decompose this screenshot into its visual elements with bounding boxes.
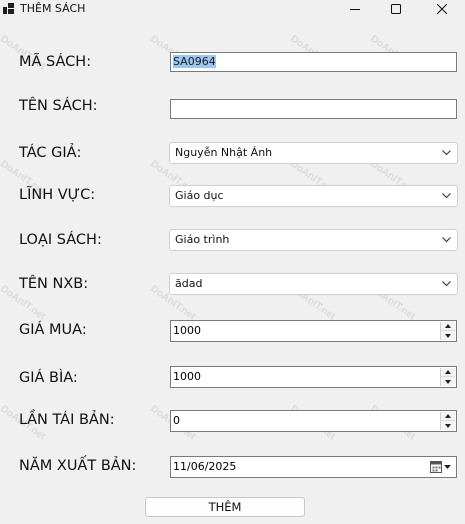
gia-mua-value: 1000 [173, 324, 201, 337]
lan-tai-ban-label: LẦN TÁI BẢN: [19, 412, 115, 428]
minimize-icon [350, 9, 360, 10]
lan-tai-ban-value: 0 [173, 414, 180, 427]
arrow-down-icon [445, 423, 451, 428]
tac-gia-select[interactable]: Nguyễn Nhật Ánh [169, 142, 458, 164]
ma-sach-label: MÃ SÁCH: [19, 54, 92, 70]
linh-vuc-value: Giáo dục [175, 189, 224, 202]
calendar-icon[interactable] [430, 460, 452, 474]
nam-xuat-ban-label: NĂM XUẤT BẢN: [19, 458, 137, 474]
gia-mua-label: GIÁ MUA: [19, 322, 87, 338]
increment-button[interactable] [441, 322, 455, 331]
ten-sach-label: TÊN SÁCH: [19, 98, 98, 114]
nam-xuat-ban-datepicker[interactable]: 11/06/2025 [170, 456, 457, 478]
chevron-down-icon [442, 281, 451, 287]
ma-sach-value: SA0964 [173, 55, 216, 68]
gia-bia-input[interactable]: 1000 [170, 366, 457, 388]
close-icon [437, 4, 447, 14]
decrement-button[interactable] [441, 331, 455, 340]
close-button[interactable] [422, 0, 462, 18]
ten-nxb-label: TÊN NXB: [19, 276, 89, 292]
linh-vuc-label: LĨNH VỰC: [19, 187, 96, 203]
app-icon [3, 3, 14, 14]
arrow-down-icon [445, 333, 451, 338]
chevron-down-icon [442, 193, 451, 199]
lan-tai-ban-spinner [440, 412, 455, 430]
ten-nxb-value: ădad [175, 277, 203, 290]
increment-button[interactable] [441, 412, 455, 421]
arrow-up-icon [445, 324, 451, 328]
window-title: THÊM SÁCH [20, 2, 86, 15]
decrement-button[interactable] [441, 377, 455, 386]
ten-nxb-select[interactable]: ădad [169, 273, 458, 295]
tac-gia-label: TÁC GIẢ: [19, 145, 82, 161]
gia-mua-spinner [440, 322, 455, 340]
gia-bia-label: GIÁ BÌA: [19, 370, 78, 386]
maximize-button[interactable] [376, 0, 416, 18]
maximize-icon [391, 4, 401, 14]
ten-sach-input[interactable] [170, 99, 457, 119]
chevron-down-icon [442, 237, 451, 243]
gia-bia-value: 1000 [173, 370, 201, 383]
arrow-down-icon [445, 379, 451, 384]
loai-sach-select[interactable]: Giáo trình [169, 229, 458, 251]
tac-gia-value: Nguyễn Nhật Ánh [175, 146, 273, 159]
watermark: DoAnIT.net DoAnIT.net DoAnIT.net DoAnIT.… [0, 33, 418, 442]
lan-tai-ban-input[interactable]: 0 [170, 410, 457, 432]
arrow-up-icon [445, 370, 451, 374]
gia-mua-input[interactable]: 1000 [170, 320, 457, 342]
loai-sach-value: Giáo trình [175, 233, 230, 246]
arrow-up-icon [445, 414, 451, 418]
chevron-down-icon [442, 150, 451, 156]
them-button[interactable]: THÊM [145, 497, 305, 517]
gia-bia-spinner [440, 368, 455, 386]
title-bar: THÊM SÁCH [0, 0, 465, 18]
ma-sach-input[interactable]: SA0964 [170, 52, 457, 72]
nam-xuat-ban-value: 11/06/2025 [173, 460, 237, 473]
linh-vuc-select[interactable]: Giáo dục [169, 185, 458, 207]
decrement-button[interactable] [441, 421, 455, 430]
increment-button[interactable] [441, 368, 455, 377]
loai-sach-label: LOẠI SÁCH: [19, 232, 102, 248]
minimize-button[interactable] [335, 0, 375, 18]
